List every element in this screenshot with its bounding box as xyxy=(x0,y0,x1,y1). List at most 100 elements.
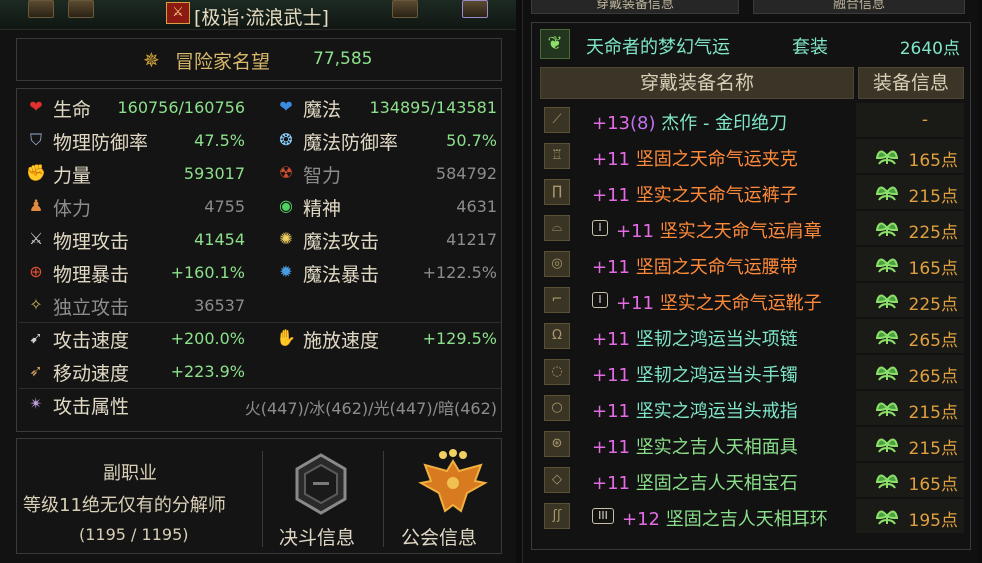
duel-rank-icon[interactable] xyxy=(295,453,347,515)
equipment-points: 165点 xyxy=(908,151,958,171)
leaf-icon xyxy=(876,366,898,381)
enchant-grade-badge: I xyxy=(592,220,608,236)
tab-worn-equipment[interactable]: 穿戴装备信息 xyxy=(531,0,739,14)
element-icon: ✴ xyxy=(29,394,43,413)
spirit-icon: ◉ xyxy=(279,196,293,215)
stat-value: 4755 xyxy=(204,197,245,216)
equipment-row[interactable]: ⊛ +11 坚实之吉人天相面具 215点 xyxy=(540,427,964,461)
equipment-row[interactable]: ⌐ I +11 坚实之天命气运靴子 225点 xyxy=(540,283,964,317)
stat-label: 魔法 xyxy=(303,99,342,121)
header-equipment-info: 装备信息 xyxy=(858,67,964,99)
equipment-points: 225点 xyxy=(908,223,958,243)
stat-row: ❤ 生命 160756/160756 ❤ 魔法 134895/143581 xyxy=(17,91,503,124)
equipment-info-cell: 215点 xyxy=(856,175,964,209)
stat-row: ✊ 力量 593017 ☢ 智力 584792 xyxy=(17,157,503,190)
equipment-row[interactable]: ∏ +11 坚实之天命气运裤子 215点 xyxy=(540,175,964,209)
equipment-name: +11 坚实之吉人天相面具 xyxy=(592,437,798,458)
equipment-name: +11 坚固之吉人天相宝石 xyxy=(592,473,798,494)
mana-heart-icon: ❤ xyxy=(279,97,293,116)
equipment-name: +11 坚韧之鸿运当头项链 xyxy=(592,329,798,350)
equipment-row[interactable]: ʃʃ III +12 坚固之吉人天相耳环 195点 xyxy=(540,499,964,533)
menu-tab-icon[interactable] xyxy=(392,0,418,18)
stat-value: 47.5% xyxy=(194,131,245,150)
equipment-name: +11 坚实之鸿运当头戒指 xyxy=(592,401,798,422)
equipment-name: +11 坚实之天命气运裤子 xyxy=(592,185,798,206)
menu-tab-icon[interactable] xyxy=(28,0,54,18)
stats-table: ❤ 生命 160756/160756 ❤ 魔法 134895/143581 ⛉ 物理防御率 47… xyxy=(16,88,502,432)
equipment-row[interactable]: ⟋ +13(8) 杰作 - 金印绝刀 - xyxy=(540,103,964,137)
stat-row: ♟ 体力 4755 ◉ 精神 4631 xyxy=(17,190,503,223)
move-speed-icon: ➶ xyxy=(29,361,43,380)
stat-label: 精神 xyxy=(303,198,342,220)
stat-value: 134895/143581 xyxy=(369,98,497,117)
stat-row: ⛉ 物理防御率 47.5% ❂ 魔法防御率 50.7% xyxy=(17,124,503,157)
equipment-row[interactable]: ◎ +11 坚固之天命气运腰带 165点 xyxy=(540,247,964,281)
weapon-icon: ⟋ xyxy=(544,107,570,133)
intelligence-icon: ☢ xyxy=(278,163,294,182)
equipment-row[interactable]: Ω +11 坚韧之鸿运当头项链 265点 xyxy=(540,319,964,353)
stat-row: ✧ 独立攻击 36537 xyxy=(17,289,503,322)
equipment-points: 215点 xyxy=(908,403,958,423)
leaf-icon xyxy=(876,186,898,201)
stat-value: +160.1% xyxy=(170,263,245,282)
earring-icon: ʃʃ xyxy=(544,503,570,529)
set-bonus-row[interactable]: ❦ 天命者的梦幻气运 套装 2640点 xyxy=(540,27,964,63)
leaf-icon xyxy=(876,150,898,165)
stat-value: +200.0% xyxy=(170,329,245,348)
sub-info-section: 副职业 等级11绝无仅有的分解师 (1195 / 1195) 决斗信息 公会信息 xyxy=(16,438,502,554)
equipment-points: 165点 xyxy=(908,259,958,279)
title-bar: ⚔ [极诣·流浪武士] xyxy=(0,0,516,30)
attack-speed-icon: ➹ xyxy=(29,328,43,347)
shield-icon: ⛉ xyxy=(29,130,42,149)
subjob-title: 副职业 xyxy=(103,463,157,484)
equipment-info-cell: 225点 xyxy=(856,211,964,245)
equipment-info-cell: 225点 xyxy=(856,283,964,317)
stat-label: 物理攻击 xyxy=(53,231,130,253)
stat-value: 593017 xyxy=(183,164,245,183)
strength-icon: ✊ xyxy=(26,163,46,182)
stat-value: +122.5% xyxy=(422,263,497,282)
stat-label: 力量 xyxy=(53,165,92,187)
boots-icon: ⌐ xyxy=(544,287,570,313)
leaf-icon xyxy=(876,510,898,525)
equipment-panel: 穿戴装备信息 融合信息 ❦ 天命者的梦幻气运 套装 2640点 穿戴装备名称 装… xyxy=(522,0,978,563)
pants-icon: ∏ xyxy=(544,179,570,205)
menu-tab-icon[interactable] xyxy=(462,0,488,18)
shoulder-icon: ⌓ xyxy=(544,215,570,241)
equipment-row[interactable]: ○ +11 坚实之鸿运当头戒指 215点 xyxy=(540,391,964,425)
stat-row: ➶ 移动速度 +223.9% xyxy=(17,355,503,388)
enchant-grade-badge: I xyxy=(592,292,608,308)
set-points: 2640点 xyxy=(899,39,960,59)
stat-value: 584792 xyxy=(435,164,497,183)
equipment-row[interactable]: ◌ +11 坚韧之鸿运当头手镯 265点 xyxy=(540,355,964,389)
equipment-header: 穿戴装备名称 装备信息 xyxy=(540,67,964,99)
equipment-row[interactable]: ♖ +11 坚固之天命气运夹克 165点 xyxy=(540,139,964,173)
equipment-info-cell: 195点 xyxy=(856,499,964,533)
menu-tab-icon[interactable] xyxy=(68,0,94,18)
stat-value: 160756/160756 xyxy=(117,98,245,117)
equipment-name: +13(8) 杰作 - 金印绝刀 xyxy=(592,113,788,134)
equipment-name: +11 坚韧之鸿运当头手镯 xyxy=(592,365,798,386)
heart-icon: ❤ xyxy=(29,97,43,116)
equipment-row[interactable]: ⌓ I +11 坚实之天命气运肩章 225点 xyxy=(540,211,964,245)
equipment-points: - xyxy=(921,110,928,130)
equipment-info-cell: - xyxy=(856,103,964,137)
magic-shield-icon: ❂ xyxy=(279,130,293,149)
leaf-icon xyxy=(876,222,898,237)
ring-icon: ○ xyxy=(544,395,570,421)
divider xyxy=(383,451,384,547)
guild-eagle-icon[interactable] xyxy=(417,447,489,519)
leaf-icon xyxy=(876,258,898,273)
leaf-icon xyxy=(876,294,898,309)
equipment-points: 195点 xyxy=(908,511,958,531)
adventurer-fame: ✵ 冒险家名望 77,585 xyxy=(16,38,502,81)
support-icon: ⊛ xyxy=(544,431,570,457)
duel-info-button[interactable]: 决斗信息 xyxy=(279,523,355,550)
tab-fusion-info[interactable]: 融合信息 xyxy=(753,0,965,14)
equipment-row[interactable]: ◇ +11 坚固之吉人天相宝石 165点 xyxy=(540,463,964,497)
guild-info-button[interactable]: 公会信息 xyxy=(401,523,477,550)
stat-value: 火(447)/冰(462)/光(447)/暗(462) xyxy=(244,399,497,418)
stat-label: 物理暴击 xyxy=(53,264,130,286)
leaf-icon xyxy=(876,330,898,345)
equipment-info-cell: 265点 xyxy=(856,355,964,389)
